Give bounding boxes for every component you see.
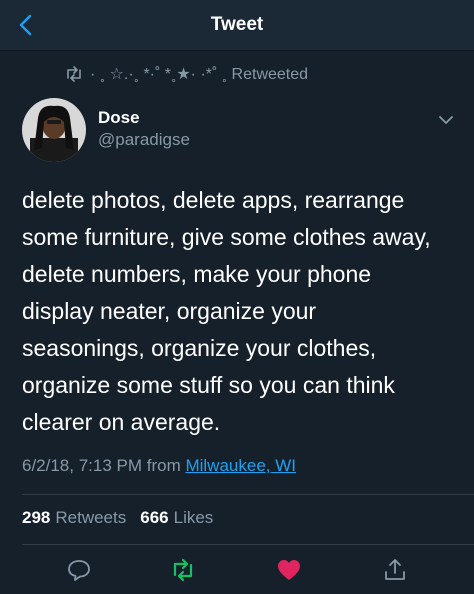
author-display-name[interactable]: Dose xyxy=(98,108,140,128)
tweet-text: delete photos, delete apps, rearrange so… xyxy=(22,187,431,435)
avatar-photo xyxy=(22,98,86,162)
retweet-icon xyxy=(173,558,193,582)
retweet-button[interactable] xyxy=(170,558,196,582)
tweet-stats: 298 Retweets 666 Likes xyxy=(22,508,227,528)
tweet-location-link[interactable]: Milwaukee, WI xyxy=(185,456,296,475)
reply-button[interactable] xyxy=(66,558,92,582)
heart-icon xyxy=(278,560,300,580)
author-handle[interactable]: @paradigse xyxy=(98,130,190,150)
page-title: Tweet xyxy=(210,14,264,35)
retweet-context-text[interactable]: · ˳ ☆.·˳ *·˚ *˳★· ·*˚ ˳ Retweeted xyxy=(90,64,308,84)
retweet-context: · ˳ ☆.·˳ *·˚ *˳★· ·*˚ ˳ Retweeted xyxy=(64,63,444,85)
like-button[interactable] xyxy=(276,558,302,582)
divider xyxy=(22,544,474,545)
chevron-down-icon xyxy=(439,116,453,124)
tweet-timestamp: 6/2/18, 7:13 PM from xyxy=(22,456,186,475)
tweet-meta: 6/2/18, 7:13 PM from Milwaukee, WI xyxy=(22,456,296,476)
likes-label[interactable]: Likes xyxy=(174,508,214,528)
tweet-actions xyxy=(0,554,474,586)
retweet-icon xyxy=(67,66,81,82)
avatar[interactable] xyxy=(22,98,86,162)
share-button[interactable] xyxy=(382,558,408,582)
top-bar: Tweet xyxy=(0,0,474,51)
more-options-button[interactable] xyxy=(436,110,456,130)
retweets-count[interactable]: 298 xyxy=(22,508,50,528)
divider xyxy=(22,494,474,495)
likes-count[interactable]: 666 xyxy=(140,508,168,528)
share-icon xyxy=(385,559,405,580)
reply-icon xyxy=(68,560,90,581)
retweets-label[interactable]: Retweets xyxy=(55,508,126,528)
